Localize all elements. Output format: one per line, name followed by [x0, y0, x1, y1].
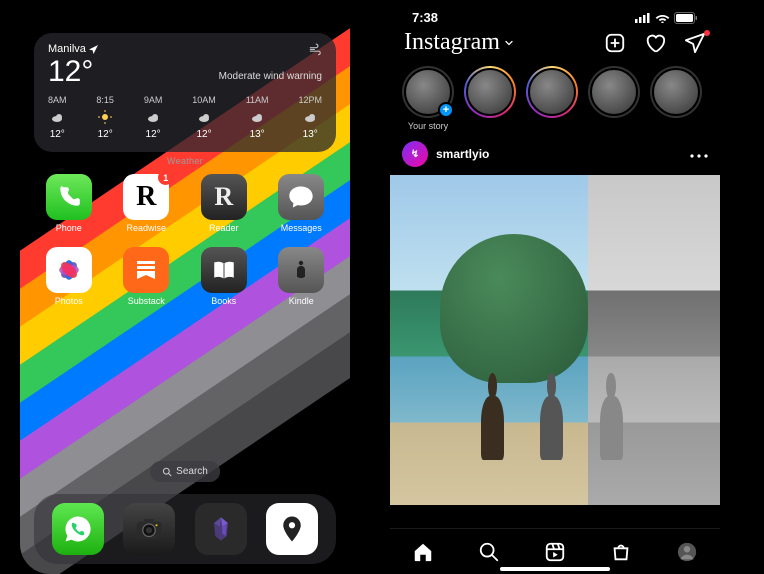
add-story-icon: + — [438, 102, 454, 118]
dock-app-whatsapp[interactable] — [52, 503, 104, 555]
app-readwise[interactable]: R1 Readwise — [112, 174, 182, 233]
post-username: smartlyio — [436, 147, 489, 161]
app-label: Substack — [128, 296, 165, 306]
reader-icon: R — [201, 174, 247, 220]
app-phone[interactable]: Phone — [34, 174, 104, 233]
tab-reels[interactable] — [544, 541, 566, 563]
search-label: Search — [176, 466, 208, 477]
app-messages[interactable]: Messages — [267, 174, 337, 233]
books-icon — [201, 247, 247, 293]
app-label: Readwise — [126, 223, 166, 233]
weather-hourly: 8AM12° 8:1512° 9AM12° 10AM12° 11AM13° 12PM13° — [48, 95, 322, 140]
weather-warning: Moderate wind warning — [219, 71, 322, 82]
cellular-icon — [635, 12, 651, 23]
app-grid: Phone R1 Readwise R Reader Messages Photos Subs… — [34, 174, 336, 306]
wifi-icon — [655, 12, 670, 23]
ios-home-screen: 7:36 Manilva 12° — [20, 0, 350, 574]
new-post-button[interactable] — [604, 32, 626, 54]
messages-button[interactable] — [684, 32, 706, 54]
weather-hour: 8AM12° — [48, 95, 67, 140]
wind-icon — [308, 43, 322, 57]
tab-profile[interactable] — [676, 541, 698, 563]
location-arrow-icon — [89, 45, 98, 54]
instagram-logo[interactable]: Instagram — [404, 29, 515, 56]
tab-home[interactable] — [412, 541, 434, 563]
story-item[interactable] — [464, 66, 516, 131]
app-label: Reader — [209, 223, 239, 233]
status-bar: 7:38 — [390, 0, 720, 27]
spotlight-search[interactable]: Search — [150, 461, 220, 482]
weather-location: Manilva — [48, 43, 98, 55]
chevron-down-icon — [503, 37, 515, 49]
phone-icon — [46, 174, 92, 220]
instagram-app: 7:38 Instagram — [390, 0, 720, 574]
app-books[interactable]: Books — [189, 247, 259, 306]
dock-app-maps[interactable] — [266, 503, 318, 555]
story-your-story[interactable]: + Your story — [402, 66, 454, 131]
app-label: Books — [211, 296, 236, 306]
activity-button[interactable] — [644, 32, 666, 54]
app-kindle[interactable]: Kindle — [267, 247, 337, 306]
weather-widget[interactable]: Manilva 12° Moderate wind warning 8AM12°… — [34, 33, 336, 152]
story-item[interactable] — [526, 66, 578, 131]
app-label: Kindle — [289, 296, 314, 306]
app-label: Phone — [56, 223, 82, 233]
substack-icon — [123, 247, 169, 293]
badge: 1 — [158, 170, 173, 185]
kindle-icon — [278, 247, 324, 293]
messages-icon — [278, 174, 324, 220]
instagram-header: Instagram — [390, 27, 720, 62]
weather-hour: 12PM13° — [298, 95, 322, 140]
weather-hour: 11AM13° — [246, 95, 269, 140]
story-label: Your story — [408, 121, 448, 131]
dock — [34, 494, 336, 564]
story-item[interactable] — [588, 66, 640, 131]
post-author[interactable]: ↯ smartlyio — [402, 141, 489, 167]
post-avatar: ↯ — [402, 141, 428, 167]
post-more-button[interactable] — [690, 145, 708, 163]
weather-hour: 10AM12° — [192, 95, 216, 140]
app-label: Photos — [55, 296, 83, 306]
app-substack[interactable]: Substack — [112, 247, 182, 306]
widget-caption: Weather — [34, 156, 336, 166]
dock-app-obsidian[interactable] — [195, 503, 247, 555]
photos-icon — [46, 247, 92, 293]
home-indicator[interactable] — [500, 567, 610, 571]
search-icon — [162, 467, 172, 477]
weather-hour: 8:1512° — [96, 95, 114, 140]
story-item[interactable] — [650, 66, 702, 131]
app-label: Messages — [281, 223, 322, 233]
app-reader[interactable]: R Reader — [189, 174, 259, 233]
notification-dot — [704, 30, 710, 36]
tab-search[interactable] — [478, 541, 500, 563]
battery-icon — [674, 12, 698, 24]
post-image[interactable] — [390, 175, 720, 505]
weather-hour: 9AM12° — [144, 95, 163, 140]
tab-shop[interactable] — [610, 541, 632, 563]
status-time: 7:38 — [412, 10, 438, 25]
app-photos[interactable]: Photos — [34, 247, 104, 306]
weather-temp: 12° — [48, 57, 98, 87]
post-header: ↯ smartlyio — [390, 133, 720, 175]
stories-tray[interactable]: + Your story — [390, 62, 720, 133]
dock-app-camera[interactable] — [123, 503, 175, 555]
readwise-icon: R1 — [123, 174, 169, 220]
